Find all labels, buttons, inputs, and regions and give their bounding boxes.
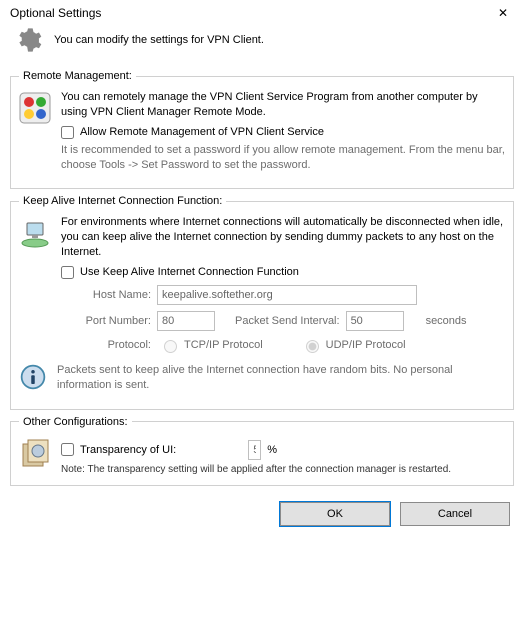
remote-legend: Remote Management:: [19, 70, 136, 82]
cancel-button[interactable]: Cancel: [400, 502, 510, 526]
transparency-label: Transparency of UI:: [80, 444, 176, 456]
remote-hint: It is recommended to set a password if y…: [61, 143, 505, 173]
close-icon[interactable]: ✕: [492, 6, 514, 20]
use-keepalive-checkbox[interactable]: [61, 266, 74, 279]
port-input[interactable]: [157, 311, 215, 331]
transparency-checkbox[interactable]: [61, 443, 74, 456]
allow-remote-checkbox[interactable]: [61, 126, 74, 139]
allow-remote-label: Allow Remote Management of VPN Client Se…: [80, 126, 324, 138]
network-icon: [19, 217, 51, 249]
remote-desc: You can remotely manage the VPN Client S…: [61, 90, 505, 120]
gear-icon: [14, 26, 42, 54]
udp-radio[interactable]: [306, 340, 319, 353]
transparency-note: Note: The transparency setting will be a…: [61, 464, 505, 475]
other-legend: Other Configurations:: [19, 416, 132, 428]
port-label: Port Number:: [61, 315, 151, 327]
remote-management-group: Remote Management: You can remotely mana…: [10, 70, 514, 189]
tcp-radio[interactable]: [164, 340, 177, 353]
hostname-label: Host Name:: [61, 289, 151, 301]
protocol-label: Protocol:: [61, 339, 151, 351]
interval-label: Packet Send Interval:: [235, 315, 340, 327]
keepalive-info: Packets sent to keep alive the Internet …: [57, 363, 505, 393]
percent-label: %: [267, 444, 277, 456]
other-config-group: Other Configurations: Transparency of UI…: [10, 416, 514, 486]
keepalive-group: Keep Alive Internet Connection Function:…: [10, 195, 514, 409]
interval-input[interactable]: [346, 311, 404, 331]
transparency-input[interactable]: [248, 440, 261, 460]
keepalive-legend: Keep Alive Internet Connection Function:: [19, 195, 226, 207]
header-text: You can modify the settings for VPN Clie…: [54, 34, 264, 46]
package-icon: [19, 438, 51, 470]
tcp-label: TCP/IP Protocol: [184, 339, 263, 351]
ok-button[interactable]: OK: [280, 502, 390, 526]
seconds-label: seconds: [426, 315, 467, 327]
use-keepalive-label: Use Keep Alive Internet Connection Funct…: [80, 266, 299, 278]
hostname-input[interactable]: [157, 285, 417, 305]
udp-label: UDP/IP Protocol: [326, 339, 406, 351]
remote-icon: [19, 92, 51, 124]
info-icon: [19, 363, 47, 391]
keepalive-desc: For environments where Internet connecti…: [61, 215, 505, 260]
window-title: Optional Settings: [10, 6, 101, 20]
